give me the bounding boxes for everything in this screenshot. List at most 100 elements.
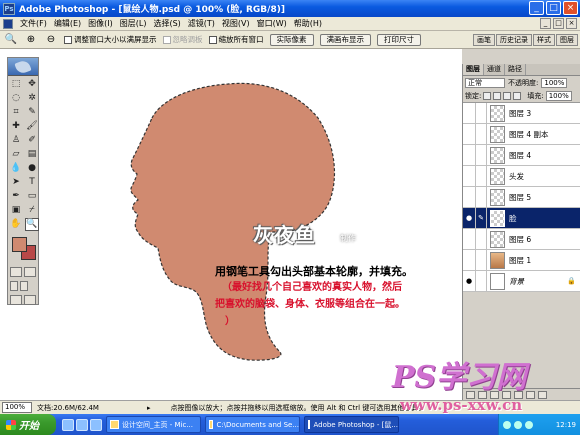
menu-help[interactable]: 帮助(H) (294, 18, 322, 29)
eye-visibility-icon[interactable] (463, 165, 476, 187)
screen-mode-full-icon[interactable] (10, 295, 22, 305)
healing-brush-tool-icon[interactable]: ✚ (9, 120, 23, 133)
brush-link-icon[interactable] (476, 144, 487, 166)
zoom-tool-icon[interactable]: 🔍 (25, 218, 39, 231)
layer-row[interactable]: 头发 (463, 165, 580, 187)
menu-file[interactable]: 文件(F) (20, 18, 47, 29)
browser-icon[interactable] (76, 418, 88, 431)
brush-tool-icon[interactable]: 🖌 (25, 120, 39, 133)
standard-mode-icon[interactable] (10, 267, 22, 277)
triangle-menu-icon[interactable]: ▸ (147, 404, 151, 412)
document-info[interactable]: 文档:20.6M/62.4M (37, 403, 147, 413)
trash-icon[interactable] (538, 391, 547, 399)
checkbox-box[interactable] (64, 35, 72, 44)
eye-visibility-icon[interactable] (463, 144, 476, 166)
network-tray-icon[interactable] (503, 420, 511, 429)
brush-link-icon[interactable] (476, 123, 487, 145)
doc-close-button[interactable]: × (566, 18, 577, 29)
toolbox-header[interactable] (8, 58, 38, 76)
eye-visibility-icon[interactable] (463, 102, 476, 124)
menu-edit[interactable]: 编辑(E) (54, 18, 81, 29)
task-button-explorer[interactable]: C:\Documents and Se... (205, 416, 300, 433)
checkbox-box[interactable] (208, 35, 217, 44)
zoom-level-field[interactable]: 100% (2, 402, 32, 413)
well-history[interactable]: 历史记录 (496, 34, 532, 46)
ime-tray-icon[interactable] (525, 420, 533, 429)
doc-restore-button[interactable]: □ (553, 18, 564, 29)
eyedropper-tool-icon[interactable]: ⌿ (25, 204, 39, 217)
show-desktop-icon[interactable] (62, 418, 74, 431)
gradient-tool-icon[interactable]: ▤ (25, 148, 39, 161)
doc-minimize-button[interactable]: _ (540, 18, 551, 29)
pen-tool-icon[interactable]: ✒ (9, 190, 23, 203)
tab-channels[interactable]: 通道 (484, 64, 505, 75)
jump-to-imageready-icon[interactable] (24, 295, 36, 305)
brush-link-icon[interactable] (476, 165, 487, 187)
brush-link-icon[interactable]: ✎ (476, 207, 487, 229)
layer-row[interactable]: 图层 4 副本 (463, 123, 580, 145)
task-button-photoshop[interactable]: Adobe Photoshop - [鼠... (304, 416, 399, 433)
lock-transparency-icon[interactable] (483, 92, 492, 100)
hand-tool-icon[interactable]: ✋ (9, 218, 23, 231)
notes-tool-icon[interactable]: ▣ (9, 204, 23, 217)
zoom-all-windows-checkbox[interactable]: 缩放所有窗口 (208, 34, 264, 45)
blur-tool-icon[interactable]: 💧 (9, 162, 23, 175)
volume-tray-icon[interactable] (514, 420, 522, 429)
task-button-browser[interactable]: 设计空间_主页 - Mic... (106, 416, 201, 433)
print-size-button[interactable]: 打印尺寸 (377, 33, 421, 46)
shape-tool-icon[interactable]: ▭ (25, 190, 39, 203)
lock-position-icon[interactable] (503, 92, 512, 100)
foreground-color-swatch[interactable] (12, 237, 27, 252)
history-brush-tool-icon[interactable]: ✐ (25, 134, 39, 147)
lock-image-icon[interactable] (493, 92, 502, 100)
brush-link-icon[interactable] (476, 270, 487, 292)
marquee-tool-icon[interactable]: ⬚ (9, 78, 23, 91)
zoom-in-icon[interactable]: ⊕ (24, 33, 38, 47)
fill-input[interactable]: 100% (545, 91, 572, 101)
eye-visibility-icon[interactable]: ● (463, 270, 476, 292)
magic-wand-tool-icon[interactable]: ✲ (25, 92, 39, 105)
brush-link-icon[interactable] (476, 228, 487, 250)
lasso-tool-icon[interactable]: ◌ (9, 92, 23, 105)
lock-all-icon[interactable] (513, 92, 522, 100)
eye-visibility-icon[interactable] (463, 186, 476, 208)
tab-paths[interactable]: 路径 (505, 64, 526, 75)
clone-stamp-tool-icon[interactable]: ♙ (9, 134, 23, 147)
opacity-input[interactable]: 100% (541, 78, 568, 88)
path-selection-tool-icon[interactable]: ➤ (9, 176, 23, 189)
layer-row[interactable]: 图层 5 (463, 186, 580, 208)
layer-row[interactable]: ● 背景 🔒 (463, 270, 580, 292)
layer-row[interactable]: ● ✎ 脸 (463, 207, 580, 229)
actual-pixels-button[interactable]: 实际像素 (269, 33, 314, 46)
start-button[interactable]: 开始 (0, 414, 56, 435)
menu-image[interactable]: 图像(I) (88, 18, 113, 29)
tab-layers[interactable]: 图层 (463, 64, 484, 75)
menu-view[interactable]: 视图(V) (222, 18, 250, 29)
fit-on-screen-button[interactable]: 满画布显示 (319, 33, 371, 46)
maximize-button[interactable]: □ (546, 1, 561, 15)
zoom-out-icon[interactable]: ⊖ (44, 33, 58, 47)
brush-link-icon[interactable] (476, 102, 487, 124)
quick-mask-mode-icon[interactable] (24, 267, 36, 277)
menu-window[interactable]: 窗口(W) (257, 18, 287, 29)
type-tool-icon[interactable]: T (25, 176, 39, 189)
menu-layer[interactable]: 图层(L) (120, 18, 147, 29)
resize-windows-checkbox[interactable]: 调整窗口大小以满屏显示 (64, 34, 157, 45)
well-styles[interactable]: 样式 (533, 34, 555, 46)
eye-visibility-icon[interactable] (463, 249, 476, 271)
media-player-icon[interactable] (90, 418, 102, 431)
eraser-tool-icon[interactable]: ▱ (9, 148, 23, 161)
layer-row[interactable]: 图层 4 (463, 144, 580, 166)
eye-visibility-icon[interactable]: ● (463, 207, 476, 229)
screen-mode-standard-icon[interactable] (10, 281, 18, 291)
well-brushes[interactable]: 画笔 (473, 34, 495, 46)
minimize-button[interactable]: _ (529, 1, 544, 15)
dodge-tool-icon[interactable]: ● (25, 162, 39, 175)
layer-row[interactable]: 图层 1 (463, 249, 580, 271)
layer-row[interactable]: 图层 6 (463, 228, 580, 250)
screen-mode-menu-icon[interactable] (20, 281, 28, 291)
slice-tool-icon[interactable]: ✎ (25, 106, 39, 119)
blend-mode-select[interactable]: 正常 (465, 78, 505, 88)
close-button[interactable]: × (563, 1, 578, 15)
new-layer-icon[interactable] (526, 391, 535, 399)
